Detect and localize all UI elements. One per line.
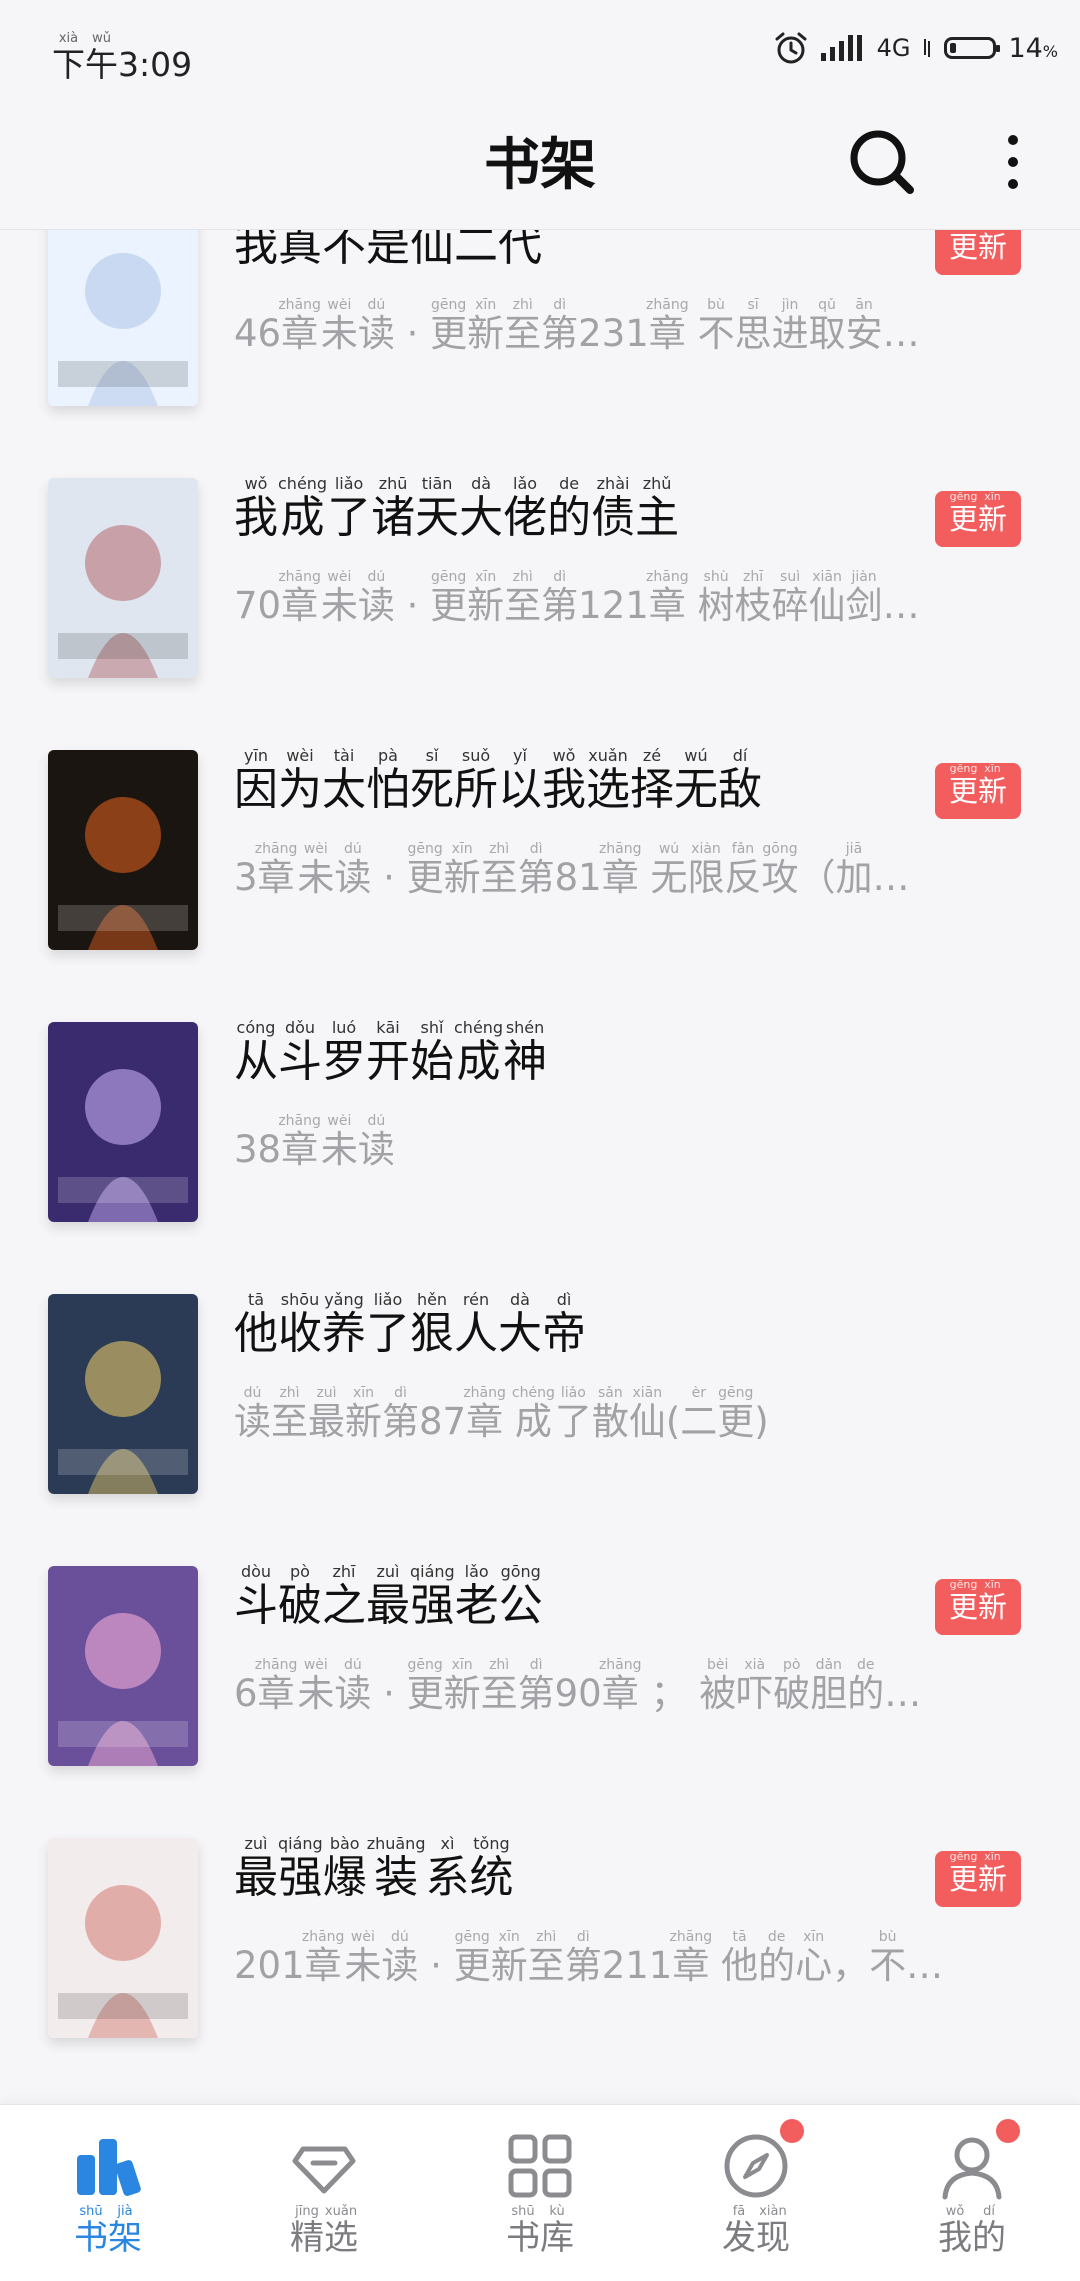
grid-icon bbox=[505, 2131, 575, 2201]
book-progress-text: 读dú至zhì最zuì新xīn第dì87章zhāng 成chéng了liǎo散s… bbox=[234, 1386, 769, 1443]
book-item[interactable]: 斗dòu破pò之zhī最zuì强qiáng老lǎo公gōng 6章zhāng未wè… bbox=[0, 1548, 1080, 1798]
bookshelf-icon bbox=[73, 2131, 143, 2201]
user-icon bbox=[937, 2131, 1007, 2201]
page-title: 书架 bbox=[484, 132, 596, 198]
status-bar: 下xià午wǔ3:09 4G 14% bbox=[0, 0, 1080, 100]
battery-icon bbox=[944, 37, 1001, 59]
book-cover[interactable] bbox=[48, 1022, 198, 1222]
signal-icon bbox=[820, 35, 862, 61]
book-progress-text: 6章zhāng未wèi读dú · 更gēng新xīn至zhì第dì90章zhān… bbox=[234, 1658, 922, 1715]
bottom-nav: 书shū架jià 精jīng选xuǎn 书shū库kù 发fā现xiàn 我wǒ的dí bbox=[0, 2104, 1080, 2281]
nav-label: 书shū架jià bbox=[74, 2204, 142, 2258]
alarm-icon bbox=[775, 32, 807, 64]
book-cover[interactable] bbox=[48, 1566, 198, 1766]
nav-item-grid[interactable]: 书shū库kù bbox=[432, 2105, 648, 2281]
book-cover[interactable] bbox=[48, 478, 198, 678]
nav-item-diamond[interactable]: 精jīng选xuǎn bbox=[216, 2105, 432, 2281]
update-badge: 更gēng新xīn bbox=[935, 762, 1021, 819]
nav-item-bookshelf[interactable]: 书shū架jià bbox=[0, 2105, 216, 2281]
book-cover[interactable] bbox=[48, 1294, 198, 1494]
book-title: 从cóng斗dǒu罗luó开kāi始shǐ成chéng神shén bbox=[234, 1018, 548, 1087]
battery-level bbox=[950, 43, 957, 53]
compass-icon bbox=[721, 2131, 791, 2201]
book-list[interactable]: 我wǒ真zhēn不bù是shì仙xiān二èr代dài 46章zhāng未wèi读… bbox=[0, 230, 1080, 2060]
book-progress-text: 201章zhāng未wèi读dú · 更gēng新xīn至zhì第dì211章z… bbox=[234, 1930, 944, 1987]
network-type: 4G bbox=[876, 34, 911, 62]
notification-dot bbox=[996, 2119, 1020, 2143]
app-header: 书架 bbox=[0, 100, 1080, 230]
status-time: 下xià午wǔ3:09 bbox=[52, 31, 193, 84]
nav-label: 书shū库kù bbox=[506, 2204, 574, 2258]
book-progress-text: 3章zhāng未wèi读dú · 更gēng新xīn至zhì第dì81章zhān… bbox=[234, 842, 910, 899]
book-item[interactable]: 我wǒ成chéng了liǎo诸zhū天tiān大dà佬lǎo的de债zhài主z… bbox=[0, 460, 1080, 710]
battery-percent: 14% bbox=[1008, 32, 1058, 64]
nav-item-compass[interactable]: 发fā现xiàn bbox=[648, 2105, 864, 2281]
nav-item-user[interactable]: 我wǒ的dí bbox=[864, 2105, 1080, 2281]
book-title: 最zuì强qiáng爆bào装zhuāng系xì统tǒng bbox=[234, 1834, 514, 1903]
book-item[interactable]: 我wǒ真zhēn不bù是shì仙xiān二èr代dài 46章zhāng未wèi读… bbox=[0, 230, 1080, 438]
book-item[interactable]: 从cóng斗dǒu罗luó开kāi始shǐ成chéng神shén 38章zhāng… bbox=[0, 1004, 1080, 1254]
data-arrows-icon bbox=[924, 39, 931, 57]
book-progress-text: 46章zhāng未wèi读dú · 更gēng新xīn至zhì第dì231章zh… bbox=[234, 298, 920, 355]
book-cover[interactable] bbox=[48, 230, 198, 406]
more-vertical-icon[interactable] bbox=[998, 130, 1028, 194]
notification-dot bbox=[780, 2119, 804, 2143]
book-item[interactable]: 他tā收shōu养yǎng了liǎo狠hěn人rén大dà帝dì 读dú至zhì最… bbox=[0, 1276, 1080, 1526]
book-title: 我wǒ成chéng了liǎo诸zhū天tiān大dà佬lǎo的de债zhài主z… bbox=[234, 474, 680, 543]
search-icon[interactable] bbox=[848, 128, 916, 196]
book-title: 因yīn为wèi太tài怕pà死sǐ所suǒ以yǐ我wǒ选xuǎn择zé无wú敌… bbox=[234, 746, 762, 815]
book-cover[interactable] bbox=[48, 1838, 198, 2038]
nav-label: 我wǒ的dí bbox=[938, 2204, 1006, 2258]
nav-label: 发fā现xiàn bbox=[722, 2204, 790, 2258]
diamond-icon bbox=[289, 2131, 359, 2201]
update-badge: 更gēng新xīn bbox=[935, 1578, 1021, 1635]
book-progress-text: 70章zhāng未wèi读dú · 更gēng新xīn至zhì第dì121章zh… bbox=[234, 570, 920, 627]
update-badge: 更gēng新xīn bbox=[935, 230, 1021, 275]
update-badge: 更gēng新xīn bbox=[935, 490, 1021, 547]
update-badge: 更gēng新xīn bbox=[935, 1850, 1021, 1907]
book-item[interactable]: 最zuì强qiáng爆bào装zhuāng系xì统tǒng 201章zhāng未w… bbox=[0, 1820, 1080, 2060]
status-icons: 4G 14% bbox=[773, 28, 1058, 68]
book-title: 他tā收shōu养yǎng了liǎo狠hěn人rén大dà帝dì bbox=[234, 1290, 586, 1359]
book-title: 斗dòu破pò之zhī最zuì强qiáng老lǎo公gōng bbox=[234, 1562, 543, 1631]
book-item[interactable]: 因yīn为wèi太tài怕pà死sǐ所suǒ以yǐ我wǒ选xuǎn择zé无wú敌… bbox=[0, 732, 1080, 982]
book-progress-text: 38章zhāng未wèi读dú bbox=[234, 1114, 395, 1171]
nav-label: 精jīng选xuǎn bbox=[290, 2204, 358, 2258]
book-title: 我wǒ真zhēn不bù是shì仙xiān二èr代dài bbox=[234, 230, 542, 271]
book-cover[interactable] bbox=[48, 750, 198, 950]
